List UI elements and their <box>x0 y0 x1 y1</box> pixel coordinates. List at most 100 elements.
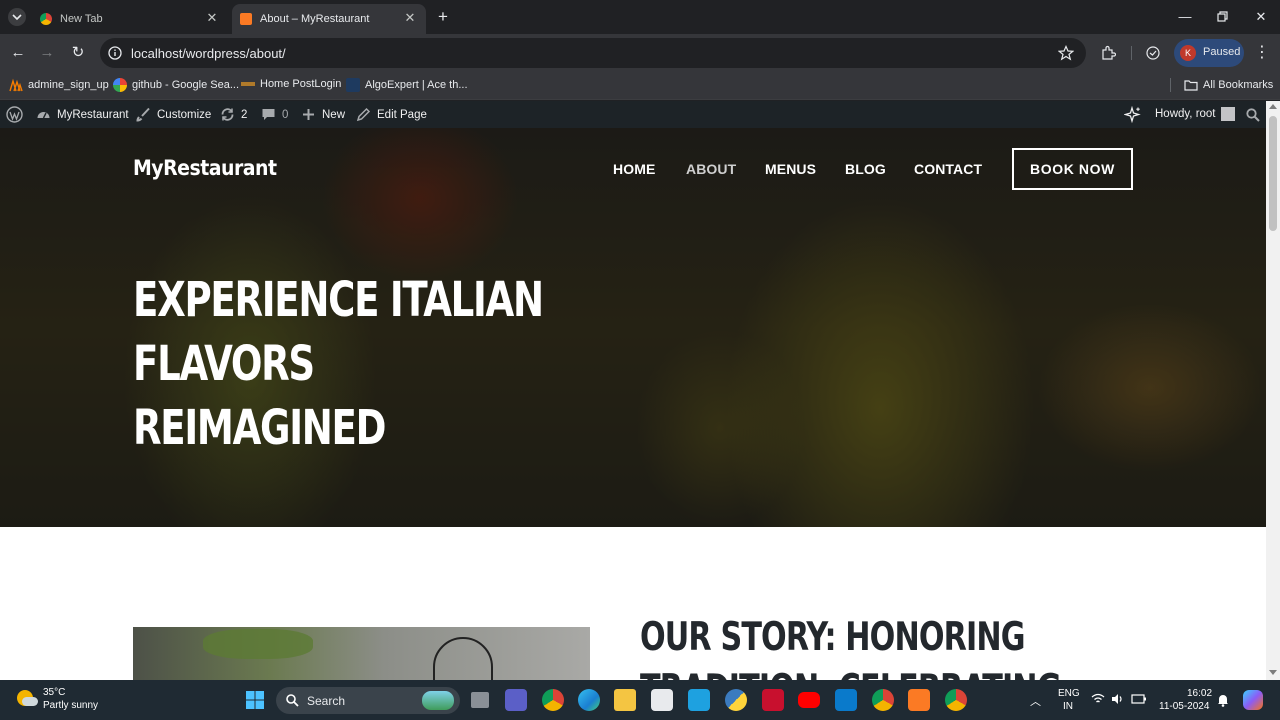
youtube-icon[interactable] <box>798 692 820 708</box>
hero-heading-line: REIMAGINED <box>133 400 386 456</box>
bookmark-item[interactable]: AlgoExpert | Ace th... <box>346 78 468 92</box>
menu-item-menus[interactable]: MENUS <box>765 161 816 177</box>
tab-search-button[interactable] <box>8 8 26 26</box>
copilot-icon[interactable] <box>1243 690 1263 710</box>
ai-sparkle-icon[interactable] <box>1124 106 1142 124</box>
search-highlight-icon <box>422 691 454 710</box>
book-now-button[interactable]: BOOK NOW <box>1012 148 1133 190</box>
chrome-icon[interactable] <box>872 689 894 711</box>
extensions-icon[interactable] <box>1100 45 1116 61</box>
site-info-icon[interactable] <box>108 46 122 60</box>
new-label: New <box>322 108 346 121</box>
side-panel-icon[interactable] <box>1145 45 1161 61</box>
all-bookmarks-label: All Bookmarks <box>1203 79 1274 91</box>
xampp-icon[interactable] <box>908 689 930 711</box>
bookmark-label: AlgoExpert | Ace th... <box>365 79 468 91</box>
search-icon[interactable] <box>1246 108 1260 122</box>
hero-heading-line: EXPERIENCE ITALIAN FLAVORS <box>133 272 544 392</box>
xampp-icon <box>240 13 252 25</box>
menu-item-home[interactable]: HOME <box>613 161 655 177</box>
address-bar[interactable]: localhost/wordpress/about/ <box>100 38 1086 68</box>
vscode-icon[interactable] <box>835 689 857 711</box>
story-heading-line: OUR STORY: HONORING <box>640 615 1026 660</box>
comments-count: 0 <box>282 108 289 121</box>
bookmark-item[interactable]: github - Google Sea... <box>113 78 239 92</box>
updates-count: 2 <box>241 108 248 121</box>
scrollbar-thumb[interactable] <box>1269 116 1277 231</box>
teams-icon[interactable] <box>505 689 527 711</box>
hero-section: MyRestaurant HOME ABOUT MENUS BLOG CONTA… <box>0 128 1266 527</box>
new-content-button[interactable]: New <box>301 107 345 122</box>
edit-page-button[interactable]: Edit Page <box>356 107 427 122</box>
new-tab-button[interactable]: + <box>434 8 452 26</box>
site-title[interactable]: MyRestaurant <box>133 156 277 180</box>
app-icon[interactable] <box>688 689 710 711</box>
customize-button[interactable]: Customize <box>136 107 211 122</box>
plus-icon <box>303 109 314 120</box>
file-explorer-icon[interactable] <box>614 689 636 711</box>
taskbar-search[interactable]: Search <box>276 687 460 714</box>
wifi-icon[interactable] <box>1091 693 1105 705</box>
restore-icon[interactable] <box>1213 8 1231 26</box>
chrome-profile-icon[interactable] <box>945 689 967 711</box>
bookmark-star-icon[interactable] <box>1058 45 1074 61</box>
bookmark-item[interactable]: Home PostLogin <box>241 78 341 90</box>
browser-toolbar: ← → ↻ localhost/wordpress/about/ K Pause… <box>0 34 1280 72</box>
page-scrollbar[interactable] <box>1266 101 1280 680</box>
menu-item-contact[interactable]: CONTACT <box>914 161 982 177</box>
menu-item-about[interactable]: ABOUT <box>686 161 736 177</box>
weather-cloud-icon <box>22 697 38 706</box>
algoexpert-icon <box>346 78 360 92</box>
google-icon <box>113 78 127 92</box>
wordpress-icon <box>6 106 23 123</box>
notification-bell-icon[interactable] <box>1217 693 1229 707</box>
python-icon[interactable] <box>725 689 747 711</box>
language-indicator[interactable]: ENG <box>1058 688 1080 699</box>
wp-logo-button[interactable] <box>6 106 23 123</box>
battery-icon[interactable] <box>1131 693 1147 705</box>
all-bookmarks-button[interactable]: All Bookmarks <box>1184 78 1273 92</box>
url-text: localhost/wordpress/about/ <box>131 46 286 61</box>
edge-icon[interactable] <box>578 689 600 711</box>
pencil-icon <box>356 107 371 122</box>
close-tab-icon[interactable]: ✕ <box>204 10 220 26</box>
close-tab-icon[interactable]: ✕ <box>402 10 418 26</box>
reload-icon[interactable]: ↻ <box>68 43 88 63</box>
forward-icon[interactable]: → <box>37 43 57 63</box>
show-hidden-icons-chevron-icon[interactable]: ︿ <box>1030 693 1041 709</box>
updates-button[interactable]: 2 <box>220 107 247 122</box>
site-name-label: MyRestaurant <box>57 108 129 121</box>
more-menu-icon[interactable]: ⋮ <box>1252 43 1272 63</box>
avatar: K <box>1180 45 1196 61</box>
store-icon[interactable] <box>651 689 673 711</box>
close-window-icon[interactable]: ✕ <box>1252 8 1270 26</box>
scroll-down-arrow-icon[interactable] <box>1269 670 1277 675</box>
windows-start-icon[interactable] <box>245 690 265 710</box>
mcafee-icon[interactable] <box>762 689 784 711</box>
site-name-button[interactable]: MyRestaurant <box>36 107 129 122</box>
site-favicon-icon <box>241 82 255 86</box>
comment-icon <box>262 109 275 120</box>
tab-strip: New Tab ✕ About – MyRestaurant ✕ + — ✕ <box>0 0 1280 34</box>
clock-date: 11-05-2024 <box>1159 701 1210 712</box>
bookmarks-bar: admine_sign_up github - Google Sea... Ho… <box>0 72 1280 100</box>
bookmark-item[interactable]: admine_sign_up <box>9 78 109 92</box>
story-heading: OUR STORY: HONORING TRADITION, CELEBRATI… <box>640 612 1156 680</box>
clock-time[interactable]: 16:02 <box>1187 688 1212 699</box>
account-button[interactable]: Howdy, root <box>1155 107 1235 121</box>
story-image <box>133 627 590 680</box>
chrome-icon[interactable] <box>542 689 564 711</box>
minimize-icon[interactable]: — <box>1176 8 1194 26</box>
comments-button[interactable]: 0 <box>261 107 288 122</box>
bookmark-label: github - Google Sea... <box>132 79 240 91</box>
tab-new-tab[interactable]: New Tab ✕ <box>30 4 228 34</box>
back-icon[interactable]: ← <box>8 43 28 63</box>
howdy-label: Howdy, root <box>1155 108 1216 120</box>
tab-about[interactable]: About – MyRestaurant ✕ <box>232 4 426 34</box>
task-view-icon[interactable] <box>471 692 489 708</box>
weather-widget[interactable]: 35°C Partly sunny <box>0 680 120 720</box>
volume-icon[interactable] <box>1111 693 1125 705</box>
profile-button[interactable]: K Paused <box>1174 39 1244 67</box>
menu-item-blog[interactable]: BLOG <box>845 161 886 177</box>
scroll-up-arrow-icon[interactable] <box>1269 104 1277 109</box>
